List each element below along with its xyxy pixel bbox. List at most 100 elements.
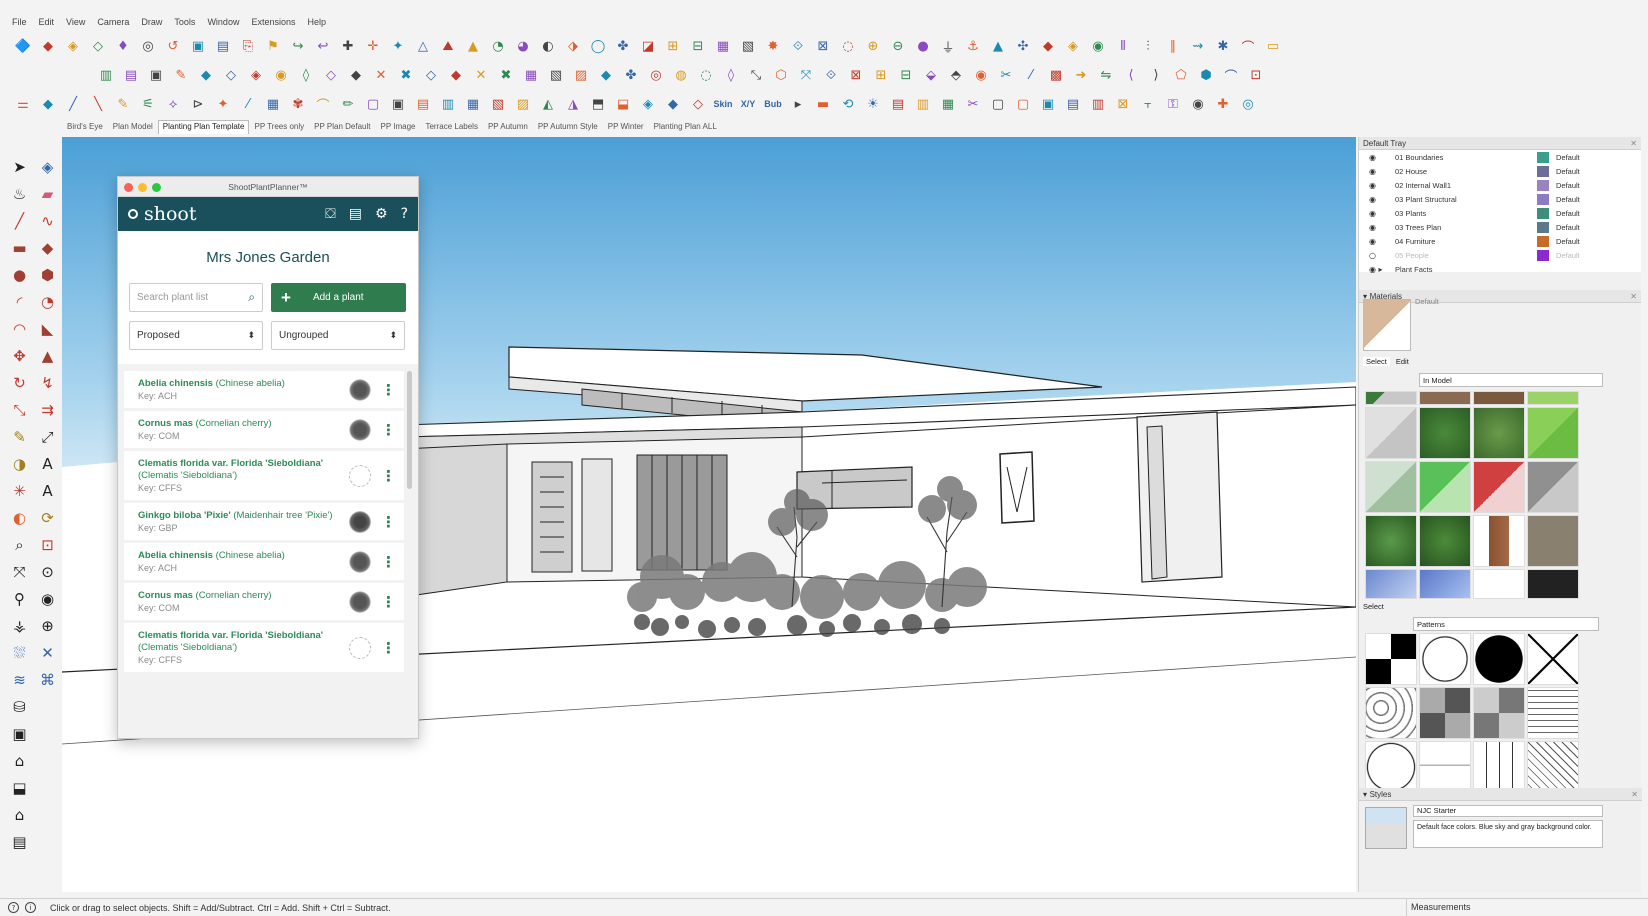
- more-options-icon[interactable]: ⋮: [381, 513, 396, 531]
- gradient-icon[interactable]: ▦: [937, 93, 959, 115]
- arc-icon[interactable]: ◜: [6, 289, 33, 315]
- push-pull-icon[interactable]: ▲: [34, 343, 61, 369]
- tent-2-icon[interactable]: ⬘: [945, 64, 967, 86]
- walk-icon[interactable]: ⚶: [6, 613, 33, 639]
- save-icon[interactable]: ▣: [187, 35, 209, 57]
- sparkle-icon[interactable]: ✦: [212, 93, 234, 115]
- visibility-eye-icon[interactable]: ◉: [1369, 167, 1395, 176]
- rect-icon[interactable]: ▭: [1262, 35, 1284, 57]
- sandbox-smoove-icon[interactable]: ⛆: [6, 640, 33, 666]
- clipboard-icon[interactable]: ▤: [349, 206, 362, 222]
- bars-icon[interactable]: ⫴: [1112, 35, 1134, 57]
- components-icon[interactable]: ◈: [62, 35, 84, 57]
- menu-view[interactable]: View: [66, 17, 85, 27]
- two-point-arc-icon[interactable]: ◠: [6, 316, 33, 342]
- next-icon[interactable]: ▸: [787, 93, 809, 115]
- plant-search-input[interactable]: Search plant list ⌕: [129, 283, 263, 312]
- help-icon[interactable]: ?: [401, 206, 408, 222]
- frame-1-icon[interactable]: ▢: [362, 93, 384, 115]
- extension-icon[interactable]: ◇: [87, 35, 109, 57]
- pattern-swatch[interactable]: [1527, 633, 1579, 685]
- pattern-collection-select[interactable]: Patterns: [1413, 617, 1599, 631]
- pattern-swatch[interactable]: [1419, 741, 1471, 793]
- rect-1-icon[interactable]: ▢: [987, 93, 1009, 115]
- share-model-icon[interactable]: ◆: [37, 35, 59, 57]
- slash-icon[interactable]: ⁄: [237, 93, 259, 115]
- axes-icon[interactable]: ✳: [6, 478, 33, 504]
- material-swatch[interactable]: [1527, 391, 1579, 405]
- line-tool-icon[interactable]: ╱: [6, 208, 33, 234]
- protractor-icon[interactable]: ◑: [6, 451, 33, 477]
- redo-icon[interactable]: ↪: [287, 35, 309, 57]
- pattern-swatch[interactable]: [1419, 633, 1471, 685]
- layer-color-swatch[interactable]: [1537, 235, 1549, 247]
- orange-box-icon[interactable]: ▦: [520, 64, 542, 86]
- credits-icon[interactable]: i: [25, 902, 36, 913]
- material-swatch[interactable]: [1365, 407, 1417, 459]
- tape-measure-icon[interactable]: ✎: [6, 424, 33, 450]
- materials-tab-edit[interactable]: Edit: [1396, 357, 1409, 366]
- frame-7-icon[interactable]: ▨: [512, 93, 534, 115]
- rectangle-icon[interactable]: ▬: [6, 235, 33, 261]
- skin-icon[interactable]: Skin: [712, 93, 734, 115]
- pattern-swatch[interactable]: [1527, 741, 1579, 793]
- material-swatch[interactable]: [1473, 407, 1525, 459]
- play-icon[interactable]: ⊳: [187, 93, 209, 115]
- asterisk-icon[interactable]: ✱: [1212, 35, 1234, 57]
- warehouse-icon[interactable]: ⛁: [6, 694, 33, 720]
- sphere-4-icon[interactable]: ◊: [720, 64, 742, 86]
- sphere-2-icon[interactable]: ◍: [670, 64, 692, 86]
- diamond-icon[interactable]: ⟐: [787, 35, 809, 57]
- red-x-bold-icon[interactable]: ✖: [495, 64, 517, 86]
- close-window-button[interactable]: [124, 183, 133, 192]
- maximize-window-button[interactable]: [152, 183, 161, 192]
- pattern-swatch[interactable]: [1473, 633, 1525, 685]
- grid-x-icon[interactable]: ⊠: [812, 35, 834, 57]
- flower-icon[interactable]: ✤: [612, 35, 634, 57]
- scene-tab-planting-plan-template[interactable]: Planting Plan Template: [157, 120, 250, 134]
- pattern-swatch[interactable]: [1527, 687, 1579, 739]
- front-view-icon[interactable]: ⌂: [6, 802, 33, 828]
- add-icon[interactable]: ✚: [337, 35, 359, 57]
- more-options-icon[interactable]: ⋮: [381, 421, 396, 439]
- menu-extensions[interactable]: Extensions: [251, 17, 295, 27]
- pattern-swatch[interactable]: [1419, 687, 1471, 739]
- material-collection-select[interactable]: In Model: [1419, 373, 1603, 387]
- follow-me-icon[interactable]: ↯: [34, 370, 61, 396]
- home-view-icon[interactable]: ⌂: [6, 748, 33, 774]
- x-bold-icon[interactable]: ✖: [395, 64, 417, 86]
- frame-5-icon[interactable]: ▦: [462, 93, 484, 115]
- scene-tab-birds-eye[interactable]: Bird's Eye: [62, 120, 108, 134]
- paint-bucket-icon[interactable]: ♨: [6, 181, 33, 207]
- menu-edit[interactable]: Edit: [39, 17, 55, 27]
- bookmark-icon[interactable]: ▥: [912, 93, 934, 115]
- add-plant-button[interactable]: + Add a plant: [271, 283, 406, 312]
- pen-icon[interactable]: ✎: [112, 93, 134, 115]
- layer-color-swatch[interactable]: [1537, 193, 1549, 205]
- layer-row[interactable]: ◉ 03 Plants Default: [1359, 206, 1641, 220]
- circle-icon[interactable]: ●: [6, 262, 33, 288]
- pattern-swatch[interactable]: [1365, 687, 1417, 739]
- rect-4-icon[interactable]: ▤: [1062, 93, 1084, 115]
- panel-icon[interactable]: ▧: [737, 35, 759, 57]
- prism-icon[interactable]: ⬗: [562, 35, 584, 57]
- more-options-icon[interactable]: ⋮: [381, 381, 396, 399]
- section-display-icon[interactable]: ⊕: [34, 613, 61, 639]
- visibility-eye-icon[interactable]: ◉: [1369, 237, 1395, 246]
- layer-row[interactable]: ◉ 01 Boundaries Default: [1359, 150, 1641, 164]
- tree-icon[interactable]: ✤: [620, 64, 642, 86]
- prism-red-icon[interactable]: ▲: [987, 35, 1009, 57]
- undo-icon[interactable]: ↺: [162, 35, 184, 57]
- crossbox-icon[interactable]: ⊠: [845, 64, 867, 86]
- position-camera-icon[interactable]: ⚲: [6, 586, 33, 612]
- plant-list-item[interactable]: Clematis florida var. Florida 'Sieboldia…: [124, 623, 404, 672]
- eraser-icon[interactable]: ▰: [34, 181, 61, 207]
- top-view-icon[interactable]: ▤: [6, 829, 33, 855]
- triangle-icon[interactable]: △: [412, 35, 434, 57]
- scene-tab-plan-model[interactable]: Plan Model: [108, 120, 158, 134]
- print-icon[interactable]: ▤: [212, 35, 234, 57]
- measurements-box[interactable]: Measurements: [1406, 898, 1471, 916]
- layer-color-swatch[interactable]: [1537, 221, 1549, 233]
- pattern-swatch[interactable]: [1473, 687, 1525, 739]
- terrain-icon[interactable]: ⛰: [437, 35, 459, 57]
